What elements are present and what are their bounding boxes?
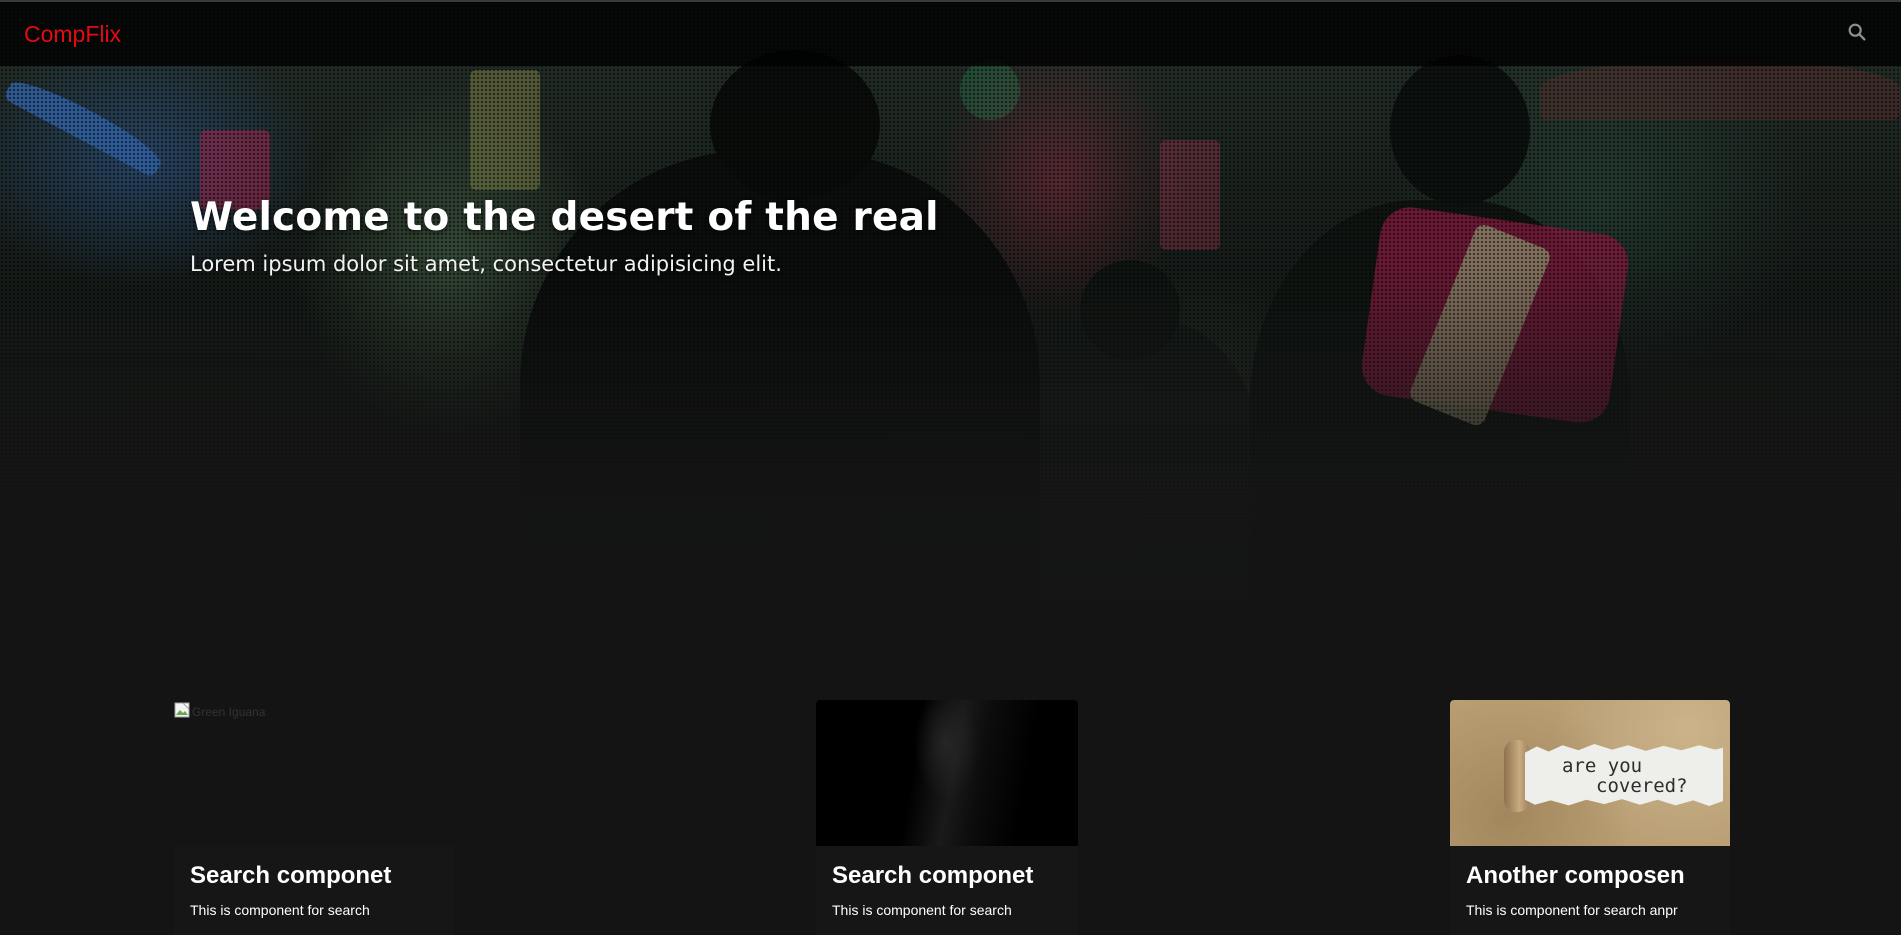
card-image: [816, 700, 1078, 846]
broken-image: Green Iguana: [174, 702, 265, 722]
card-body: Search componet This is component for se…: [816, 846, 1078, 918]
card[interactable]: Search componet This is component for se…: [816, 700, 1078, 935]
hero-fade-overlay: [0, 0, 1901, 660]
card-text: This is component for search anpr: [1466, 902, 1678, 918]
hero-title: Welcome to the desert of the real: [190, 195, 939, 240]
hero-banner: Welcome to the desert of the real Lorem …: [0, 0, 1901, 660]
card-image: are you covered?: [1450, 700, 1730, 846]
card-body: Another composen This is component for s…: [1450, 846, 1730, 918]
card-title: Search componet: [832, 862, 1034, 889]
image-alt-text: Green Iguana: [192, 705, 266, 719]
card-text: This is component for search: [190, 902, 370, 918]
broken-image-icon: [174, 702, 190, 722]
image-caption-line: are you: [1562, 755, 1643, 777]
card-title: Another composen: [1466, 862, 1685, 889]
image-caption-text: are you covered?: [1562, 756, 1688, 796]
brand-logo-link[interactable]: CompFlix: [24, 21, 121, 48]
page: Welcome to the desert of the real Lorem …: [0, 0, 1901, 935]
hero-subtitle: Lorem ipsum dolor sit amet, consectetur …: [190, 252, 782, 276]
card[interactable]: Green Iguana Search componet This is com…: [174, 700, 454, 935]
card-body: Search componet This is component for se…: [174, 846, 454, 918]
card-title: Search componet: [190, 862, 392, 889]
search-icon: [1846, 21, 1868, 47]
image-caption-line: covered?: [1596, 775, 1688, 797]
card-image: Green Iguana: [174, 700, 454, 846]
card-text: This is component for search: [832, 902, 1012, 918]
hero-text-block: Welcome to the desert of the real Lorem …: [190, 195, 939, 276]
navbar: CompFlix: [0, 2, 1901, 66]
search-button[interactable]: [1837, 14, 1877, 54]
card[interactable]: are you covered? Another composen This i…: [1450, 700, 1730, 935]
